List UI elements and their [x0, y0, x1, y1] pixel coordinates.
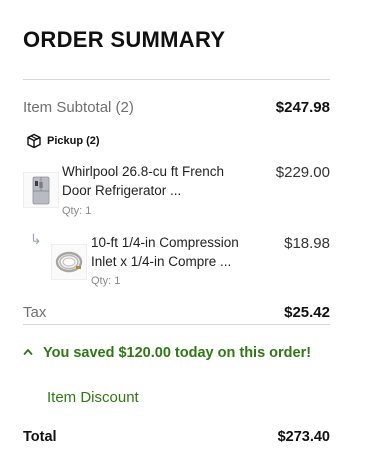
item-subtotal-label: Item Subtotal (2) [23, 99, 134, 116]
order-summary-title: ORDER SUMMARY [23, 27, 226, 52]
pickup-label: Pickup (2) [47, 135, 100, 147]
refrigerator-thumbnail[interactable] [23, 172, 59, 208]
item-price: $18.98 [284, 235, 330, 252]
total-label: Total [23, 429, 57, 445]
sub-item-arrow-icon: ↳ [30, 231, 42, 247]
pickup-header: Pickup (2) [26, 133, 100, 149]
item-discount-label: Item Discount [47, 389, 139, 406]
tax-value: $25.42 [284, 304, 330, 321]
savings-message: You saved $120.00 today on this order! [43, 345, 312, 361]
hose-image [55, 251, 83, 273]
total-value: $273.40 [277, 429, 330, 445]
divider [23, 79, 330, 80]
divider [23, 324, 330, 325]
item-price: $229.00 [275, 164, 330, 181]
item-qty: Qty: 1 [62, 205, 92, 217]
chevron-up-icon[interactable] [23, 343, 33, 367]
item-subtotal-value: $247.98 [275, 99, 330, 116]
tax-label: Tax [23, 304, 47, 321]
savings-toggle[interactable]: You saved $120.00 today on this order! [23, 343, 323, 367]
item-name[interactable]: 10-ft 1/4-in Compression Inlet x 1/4-in … [91, 233, 256, 271]
item-name[interactable]: Whirlpool 26.8-cu ft French Door Refrige… [62, 162, 252, 200]
refrigerator-image [32, 176, 50, 205]
item-qty: Qty: 1 [91, 275, 121, 287]
hose-thumbnail[interactable] [51, 244, 87, 280]
box-icon [26, 133, 42, 149]
